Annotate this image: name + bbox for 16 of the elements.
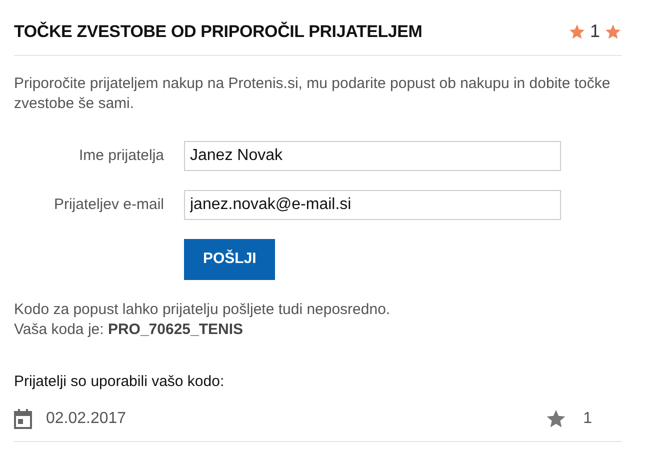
calendar-icon [14,409,32,429]
info-text: Vaša koda je: PRO_70625_TENIS [14,320,244,340]
info-text: Kodo za popust lahko prijatelju pošljete tudi neposredno. [14,300,392,320]
field-label: Prijateljev e-mail [52,194,164,215]
date-text: 02.02.2017 [46,409,126,429]
star-icon [545,408,568,430]
points-count: 1 [583,409,592,429]
list-heading: Prijatelji so uporabili vašo kodo: [14,372,226,392]
input-field[interactable]: Janez Novak [184,141,561,171]
points-count: 1 [590,20,600,43]
star-icon [568,22,586,40]
star-icon [604,22,622,40]
send-button[interactable]: POŠLJI [184,239,276,280]
field-label: Ime prijatelja [78,146,164,166]
section-title: TOČKE ZVESTOBE OD PRIPOROČIL PRIJATELJEM [14,20,422,43]
intro-text: Priporočite prijateljem nakup na Protenis.si, mu podarite popust ob nakupu in dobite točke zvestobe še sami. [14,74,612,114]
